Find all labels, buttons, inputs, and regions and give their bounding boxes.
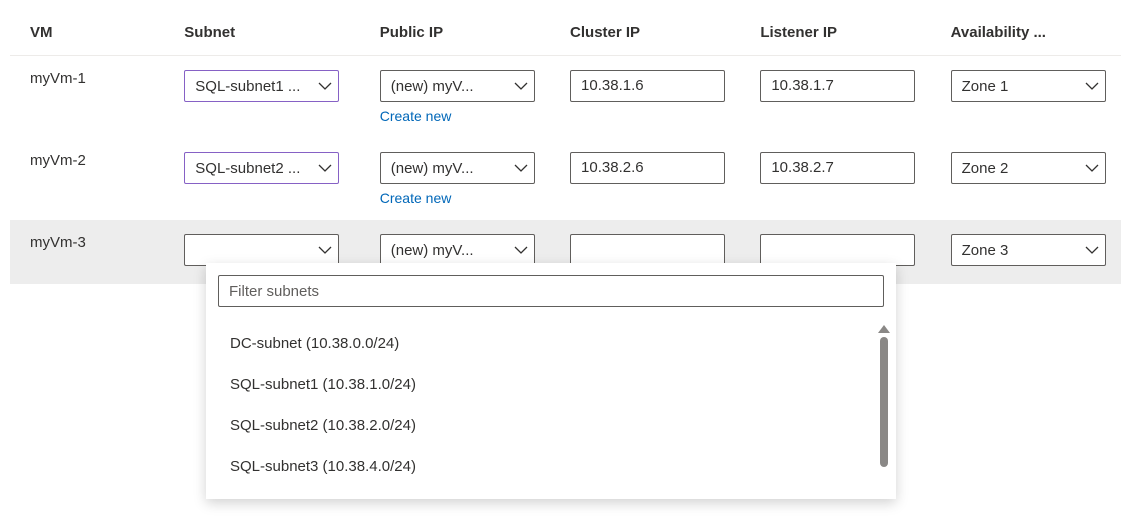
col-header-clusterip: Cluster IP xyxy=(550,10,740,56)
vm-config-table: VM Subnet Public IP Cluster IP Listener … xyxy=(10,10,1121,284)
col-header-vm: VM xyxy=(10,10,164,56)
vm-name-cell: myVm-3 xyxy=(10,220,164,284)
subnet-select-label: SQL-subnet1 ... xyxy=(195,78,300,95)
chevron-down-icon xyxy=(1085,79,1099,93)
availability-select[interactable]: Zone 1 xyxy=(951,70,1106,102)
availability-select[interactable]: Zone 2 xyxy=(951,152,1106,184)
clusterip-input[interactable]: 10.38.1.6 xyxy=(570,70,725,102)
chevron-down-icon xyxy=(514,161,528,175)
subnet-dropdown: DC-subnet (10.38.0.0/24) SQL-subnet1 (10… xyxy=(206,263,896,499)
subnet-select[interactable] xyxy=(184,234,339,266)
subnet-select[interactable]: SQL-subnet1 ... xyxy=(184,70,339,102)
subnet-option[interactable]: SQL-subnet3 (10.38.4.0/24) xyxy=(206,446,896,487)
table-row: myVm-1 SQL-subnet1 ... (new) myV... Crea… xyxy=(10,56,1121,139)
subnet-select-label: SQL-subnet2 ... xyxy=(195,160,300,177)
create-new-link[interactable]: Create new xyxy=(380,190,540,206)
publicip-select[interactable]: (new) myV... xyxy=(380,70,535,102)
subnet-option[interactable]: SQL-subnet2 (10.38.2.0/24) xyxy=(206,405,896,446)
table-row: myVm-2 SQL-subnet2 ... (new) myV... Crea… xyxy=(10,138,1121,220)
publicip-select[interactable]: (new) myV... xyxy=(380,234,535,266)
listenerip-input[interactable]: 10.38.2.7 xyxy=(760,152,915,184)
subnet-select[interactable]: SQL-subnet2 ... xyxy=(184,152,339,184)
subnet-option[interactable]: DC-subnet (10.38.0.0/24) xyxy=(206,323,896,364)
create-new-link[interactable]: Create new xyxy=(380,108,540,124)
publicip-select-label: (new) myV... xyxy=(391,78,474,95)
vm-name-cell: myVm-1 xyxy=(10,56,164,139)
chevron-down-icon xyxy=(318,243,332,257)
availability-select-label: Zone 1 xyxy=(962,78,1009,95)
chevron-down-icon xyxy=(318,161,332,175)
scrollbar[interactable] xyxy=(876,325,892,487)
availability-select[interactable]: Zone 3 xyxy=(951,234,1106,266)
vm-name-cell: myVm-2 xyxy=(10,138,164,220)
publicip-select[interactable]: (new) myV... xyxy=(380,152,535,184)
subnet-option[interactable]: SQL-subnet1 (10.38.1.0/24) xyxy=(206,364,896,405)
col-header-subnet: Subnet xyxy=(164,10,359,56)
publicip-select-label: (new) myV... xyxy=(391,242,474,259)
col-header-publicip: Public IP xyxy=(360,10,550,56)
clusterip-input[interactable]: 10.38.2.6 xyxy=(570,152,725,184)
availability-select-label: Zone 2 xyxy=(962,160,1009,177)
scrollbar-thumb[interactable] xyxy=(880,337,888,467)
subnet-filter-input[interactable] xyxy=(218,275,884,307)
chevron-down-icon xyxy=(1085,243,1099,257)
chevron-down-icon xyxy=(514,243,528,257)
clusterip-input[interactable] xyxy=(570,234,725,266)
availability-select-label: Zone 3 xyxy=(962,242,1009,259)
listenerip-input[interactable]: 10.38.1.7 xyxy=(760,70,915,102)
col-header-listenerip: Listener IP xyxy=(740,10,930,56)
listenerip-input[interactable] xyxy=(760,234,915,266)
chevron-down-icon xyxy=(514,79,528,93)
scroll-up-arrow-icon xyxy=(878,325,890,333)
publicip-select-label: (new) myV... xyxy=(391,160,474,177)
col-header-availability: Availability ... xyxy=(931,10,1121,56)
chevron-down-icon xyxy=(318,79,332,93)
chevron-down-icon xyxy=(1085,161,1099,175)
